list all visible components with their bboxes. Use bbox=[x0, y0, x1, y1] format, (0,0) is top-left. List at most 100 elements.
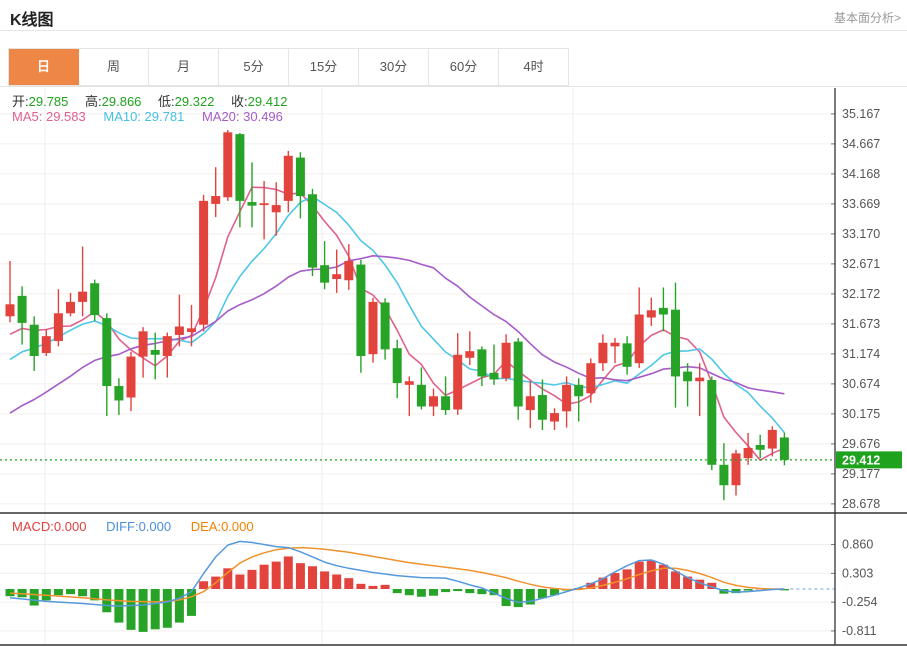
price-axis-label: 32.671 bbox=[842, 257, 880, 271]
macd-axis-label: 0.860 bbox=[842, 538, 873, 552]
candle-up[interactable] bbox=[526, 396, 535, 410]
macd-bar-up bbox=[272, 562, 281, 589]
candle-up[interactable] bbox=[768, 430, 777, 449]
candle-down[interactable] bbox=[248, 202, 257, 206]
candle-down[interactable] bbox=[417, 385, 426, 407]
macd-bar-up bbox=[320, 571, 329, 589]
candle-up[interactable] bbox=[744, 448, 753, 458]
macd-bar-down bbox=[78, 589, 87, 596]
macd-bar-down bbox=[163, 589, 172, 628]
candle-down[interactable] bbox=[151, 350, 160, 355]
candle-down[interactable] bbox=[538, 395, 547, 420]
candle-up[interactable] bbox=[163, 336, 172, 356]
candle-down[interactable] bbox=[780, 437, 789, 459]
price-axis-label: 30.175 bbox=[842, 407, 880, 421]
candle-up[interactable] bbox=[78, 292, 87, 302]
candle-down[interactable] bbox=[659, 308, 668, 315]
candle-up[interactable] bbox=[187, 328, 196, 332]
candle-up[interactable] bbox=[6, 304, 15, 316]
candle-down[interactable] bbox=[441, 396, 450, 410]
candle-up[interactable] bbox=[332, 274, 341, 279]
candle-up[interactable] bbox=[453, 355, 462, 410]
candle-down[interactable] bbox=[477, 349, 486, 376]
candle-down[interactable] bbox=[707, 380, 716, 465]
macd-bar-down bbox=[151, 589, 160, 629]
candle-down[interactable] bbox=[623, 343, 632, 366]
current-price-tag-label: 29.412 bbox=[842, 453, 880, 467]
candle-down[interactable] bbox=[90, 283, 99, 315]
candle-up[interactable] bbox=[127, 357, 136, 398]
candle-down[interactable] bbox=[320, 265, 329, 282]
candle-down[interactable] bbox=[683, 372, 692, 382]
candle-up[interactable] bbox=[465, 351, 474, 358]
candle-up[interactable] bbox=[272, 205, 281, 212]
candle-up[interactable] bbox=[199, 201, 208, 325]
candle-down[interactable] bbox=[574, 385, 583, 396]
macd-bar-up bbox=[369, 586, 378, 589]
price-axis-label: 34.168 bbox=[842, 167, 880, 181]
macd-axis-label: -0.254 bbox=[842, 595, 877, 609]
candle-up[interactable] bbox=[66, 302, 75, 313]
macd-bar-up bbox=[235, 575, 244, 589]
low-value: 29.322 bbox=[175, 94, 215, 109]
candle-down[interactable] bbox=[719, 465, 728, 485]
candle-down[interactable] bbox=[235, 134, 244, 201]
macd-bar-up bbox=[248, 570, 257, 589]
macd-bar-up bbox=[284, 556, 293, 589]
high-label: 高: bbox=[85, 94, 102, 109]
price-axis-label: 33.669 bbox=[842, 197, 880, 211]
candle-down[interactable] bbox=[308, 194, 317, 267]
candle-up[interactable] bbox=[260, 203, 269, 205]
candle-up[interactable] bbox=[695, 378, 704, 382]
close-label: 收: bbox=[231, 94, 248, 109]
candle-down[interactable] bbox=[381, 302, 390, 349]
candle-up[interactable] bbox=[732, 453, 741, 485]
macd-bar-down bbox=[744, 589, 753, 591]
candle-down[interactable] bbox=[393, 348, 402, 383]
macd-readout: MACD:0.000 DIFF:0.000 DEA:0.000 bbox=[12, 519, 254, 534]
candle-up[interactable] bbox=[550, 413, 559, 421]
candle-up[interactable] bbox=[611, 343, 620, 347]
candle-up[interactable] bbox=[647, 310, 656, 317]
candle-down[interactable] bbox=[490, 373, 499, 380]
candle-up[interactable] bbox=[211, 196, 220, 204]
candle-up[interactable] bbox=[405, 381, 414, 385]
candle-down[interactable] bbox=[356, 265, 365, 356]
candle-down[interactable] bbox=[514, 342, 523, 407]
price-axis-label: 28.678 bbox=[842, 497, 880, 511]
candle-up[interactable] bbox=[502, 343, 511, 378]
candle-down[interactable] bbox=[296, 158, 305, 196]
candle-up[interactable] bbox=[139, 331, 148, 356]
ma10-readout: MA10: 29.781 bbox=[103, 109, 184, 124]
candle-up[interactable] bbox=[175, 327, 184, 335]
candle-up[interactable] bbox=[598, 343, 607, 363]
candle-up[interactable] bbox=[586, 363, 595, 393]
candle-up[interactable] bbox=[54, 313, 63, 341]
candle-down[interactable] bbox=[30, 325, 39, 356]
candle-down[interactable] bbox=[756, 445, 765, 450]
price-axis-label: 29.177 bbox=[842, 467, 880, 481]
candle-up[interactable] bbox=[42, 336, 51, 353]
macd-bar-down bbox=[30, 589, 39, 606]
macd-bar-up bbox=[296, 563, 305, 589]
candle-down[interactable] bbox=[18, 296, 27, 323]
candle-up[interactable] bbox=[562, 385, 571, 411]
macd-bar-down bbox=[441, 589, 450, 592]
macd-bar-down bbox=[429, 589, 438, 596]
macd-bar-down bbox=[139, 589, 148, 632]
macd-bar-up bbox=[332, 575, 341, 589]
macd-bar-up bbox=[356, 584, 365, 589]
diff-value-readout: DIFF:0.000 bbox=[106, 519, 171, 534]
candle-up[interactable] bbox=[284, 156, 293, 201]
candle-down[interactable] bbox=[102, 318, 111, 386]
macd-bar-down bbox=[393, 589, 402, 593]
macd-bar-down bbox=[66, 589, 75, 594]
candle-up[interactable] bbox=[344, 261, 353, 280]
candle-down[interactable] bbox=[671, 310, 680, 377]
candle-down[interactable] bbox=[114, 386, 123, 400]
candle-up[interactable] bbox=[223, 132, 232, 197]
candle-up[interactable] bbox=[635, 315, 644, 364]
candle-up[interactable] bbox=[369, 302, 378, 354]
macd-bar-up bbox=[308, 566, 317, 589]
candle-up[interactable] bbox=[429, 396, 438, 406]
